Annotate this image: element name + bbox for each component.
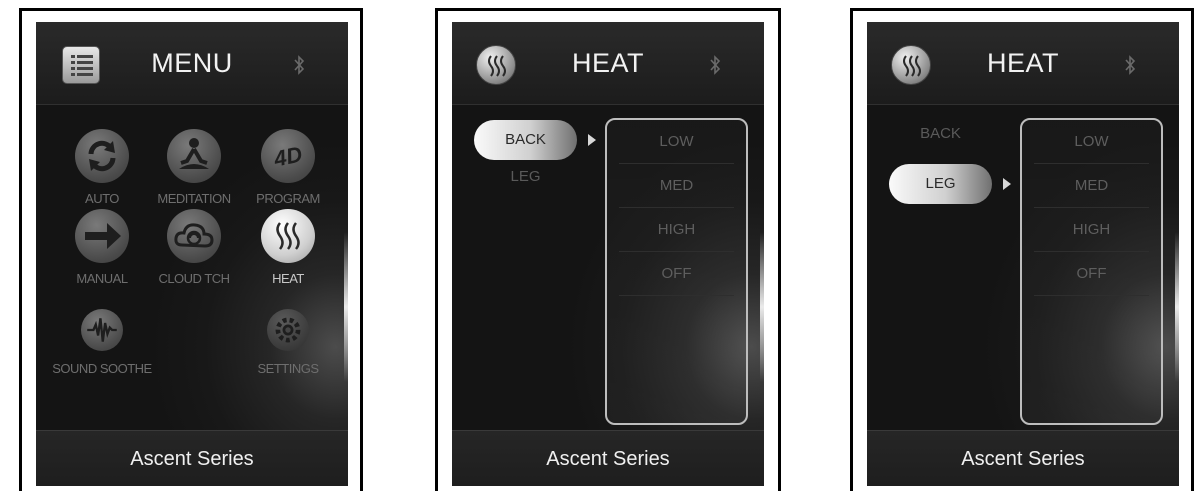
- level-high-option[interactable]: HIGH: [1034, 208, 1149, 252]
- selection-arrow-icon: [588, 134, 596, 146]
- zone-leg-button[interactable]: LEG: [474, 168, 577, 185]
- bluetooth-icon: [294, 55, 305, 75]
- gear-icon: [267, 309, 309, 351]
- heat-leg-panel: HEAT BACK LEG LOW MED HIGH OFF Ascent Se…: [850, 8, 1194, 491]
- menu-item-label: PROGRAM: [256, 191, 320, 206]
- menu-item-cloud-touch[interactable]: CLOUD TCH: [146, 209, 242, 299]
- brand-title: Ascent Series: [546, 448, 670, 470]
- level-med-option[interactable]: MED: [619, 164, 734, 208]
- footer-bar: Ascent Series: [36, 430, 348, 486]
- screen-edge-glow: [344, 232, 348, 382]
- brand-title: Ascent Series: [961, 448, 1085, 470]
- menu-item-heat[interactable]: HEAT: [240, 209, 336, 299]
- zone-back-button[interactable]: BACK: [474, 120, 577, 160]
- level-high-option[interactable]: HIGH: [619, 208, 734, 252]
- level-med-option[interactable]: MED: [1034, 164, 1149, 208]
- 4d-icon-text: 4D: [271, 141, 305, 172]
- screen-edge-glow: [1175, 232, 1179, 382]
- level-low-option[interactable]: LOW: [619, 120, 734, 164]
- menu-item-program[interactable]: 4D PROGRAM: [240, 129, 336, 219]
- heat-level-list: LOW MED HIGH OFF: [605, 118, 748, 425]
- sound-wave-icon: [81, 309, 123, 351]
- selection-arrow-icon: [1003, 178, 1011, 190]
- heat-screen: HEAT BACK LEG LOW MED HIGH OFF Ascent Se…: [867, 22, 1179, 486]
- menu-item-label: SETTINGS: [257, 361, 319, 376]
- heat-screen: HEAT BACK LEG LOW MED HIGH OFF Ascent Se…: [452, 22, 764, 486]
- menu-item-label: HEAT: [272, 271, 304, 286]
- heat-level-list: LOW MED HIGH OFF: [1020, 118, 1163, 425]
- menu-panel: MENU AUTO MEDITATION 4D PROGRAM MANUAL C…: [19, 8, 363, 491]
- zone-leg-button[interactable]: LEG: [889, 164, 992, 204]
- heat-header: HEAT: [452, 22, 764, 105]
- menu-item-label: SOUND SOOTHE: [52, 361, 152, 376]
- menu-item-settings[interactable]: SETTINGS: [240, 309, 336, 399]
- cloud-touch-icon: [167, 209, 221, 263]
- heat-waves-icon: [261, 209, 315, 263]
- level-off-option[interactable]: OFF: [619, 252, 734, 296]
- bluetooth-icon: [1125, 55, 1136, 75]
- brand-title: Ascent Series: [130, 448, 254, 470]
- menu-item-meditation[interactable]: MEDITATION: [146, 129, 242, 219]
- footer-bar: Ascent Series: [867, 430, 1179, 486]
- auto-refresh-icon: [75, 129, 129, 183]
- zone-back-button[interactable]: BACK: [889, 125, 992, 142]
- heat-header: HEAT: [867, 22, 1179, 105]
- screen-edge-glow: [760, 232, 764, 382]
- 4d-icon: 4D: [261, 129, 315, 183]
- arrow-right-icon: [75, 209, 129, 263]
- meditation-icon: [167, 129, 221, 183]
- footer-bar: Ascent Series: [452, 430, 764, 486]
- menu-header: MENU: [36, 22, 348, 105]
- menu-item-sound-soothe[interactable]: SOUND SOOTHE: [52, 309, 152, 399]
- level-off-option[interactable]: OFF: [1034, 252, 1149, 296]
- bluetooth-icon: [710, 55, 721, 75]
- menu-screen: MENU AUTO MEDITATION 4D PROGRAM MANUAL C…: [36, 22, 348, 486]
- level-low-option[interactable]: LOW: [1034, 120, 1149, 164]
- heat-back-panel: HEAT BACK LEG LOW MED HIGH OFF Ascent Se…: [435, 8, 781, 491]
